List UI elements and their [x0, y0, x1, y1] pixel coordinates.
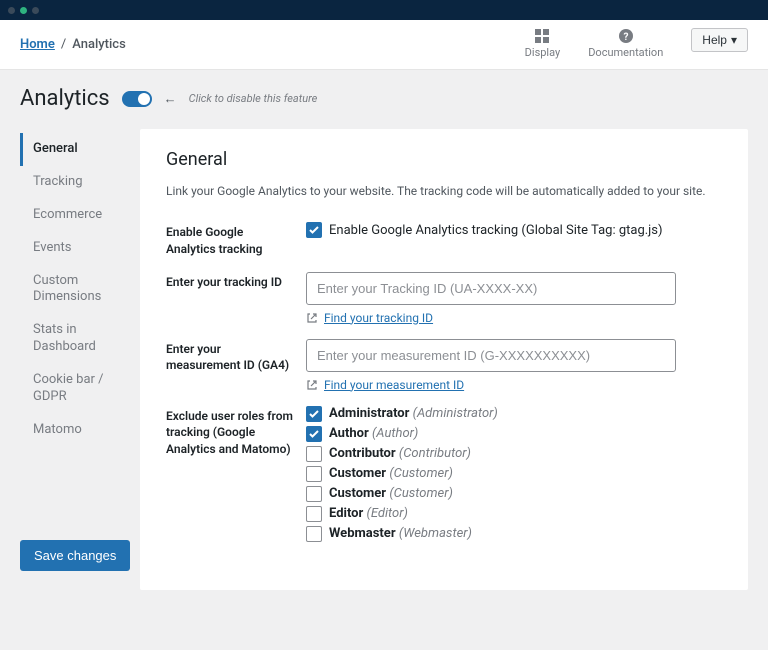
help-dropdown[interactable]: Help ▾ — [691, 28, 748, 52]
role-label: Webmaster (Webmaster) — [329, 526, 472, 541]
chevron-down-icon: ▾ — [731, 33, 737, 47]
role-label: Customer (Customer) — [329, 466, 453, 481]
role-checkbox-editor[interactable] — [306, 506, 322, 522]
role-label: Customer (Customer) — [329, 486, 453, 501]
sidebar-item-custom-dimensions[interactable]: Custom Dimensions — [20, 265, 120, 315]
help-circle-icon: ? — [618, 28, 634, 44]
find-measurement-id-link[interactable]: Find your measurement ID — [324, 378, 464, 392]
field-label-tracking-id: Enter your tracking ID — [166, 272, 296, 291]
sidebar-item-events[interactable]: Events — [20, 232, 120, 265]
breadcrumb: Home / Analytics — [20, 35, 126, 52]
role-label: Administrator (Administrator) — [329, 406, 498, 421]
sidebar-item-general[interactable]: General — [20, 133, 120, 166]
breadcrumb-current: Analytics — [72, 37, 126, 52]
role-checkbox-webmaster[interactable] — [306, 526, 322, 542]
find-tracking-id-link[interactable]: Find your tracking ID — [324, 311, 433, 325]
field-label-enable: Enable Google Analytics tracking — [166, 222, 296, 258]
sidebar-item-matomo[interactable]: Matomo — [20, 414, 120, 447]
feature-toggle[interactable] — [122, 91, 152, 107]
display-button[interactable]: Display — [525, 28, 561, 59]
display-icon — [534, 28, 550, 44]
breadcrumb-separator: / — [61, 37, 66, 52]
role-checkbox-customer[interactable] — [306, 486, 322, 502]
role-checkbox-author[interactable] — [306, 426, 322, 442]
role-label: Editor (Editor) — [329, 506, 408, 521]
sidebar-item-tracking[interactable]: Tracking — [20, 166, 120, 199]
external-link-icon — [306, 379, 318, 391]
field-label-exclude-roles: Exclude user roles from tracking (Google… — [166, 406, 296, 458]
field-label-measurement-id: Enter your measurement ID (GA4) — [166, 339, 296, 375]
measurement-id-input[interactable] — [306, 339, 676, 372]
documentation-button[interactable]: ? Documentation — [588, 28, 663, 59]
top-header: Home / Analytics Display ? Documentation… — [0, 20, 768, 70]
svg-text:?: ? — [623, 32, 628, 43]
role-label: Contributor (Contributor) — [329, 446, 471, 461]
page-title: Analytics — [20, 86, 110, 111]
sidebar-item-ecommerce[interactable]: Ecommerce — [20, 199, 120, 232]
settings-panel: General Link your Google Analytics to yo… — [140, 129, 748, 590]
panel-description: Link your Google Analytics to your websi… — [166, 184, 722, 198]
page-heading-row: Analytics ← Click to disable this featur… — [20, 86, 748, 111]
save-changes-button[interactable]: Save changes — [20, 540, 130, 571]
enable-tracking-checkbox[interactable] — [306, 222, 322, 238]
enable-tracking-label: Enable Google Analytics tracking (Global… — [329, 223, 663, 238]
window-titlebar — [0, 0, 768, 20]
role-checkbox-contributor[interactable] — [306, 446, 322, 462]
toggle-hint-text: Click to disable this feature — [189, 92, 318, 105]
breadcrumb-home-link[interactable]: Home — [20, 37, 55, 52]
tracking-id-input[interactable] — [306, 272, 676, 305]
sidebar-item-cookie-bar-gdpr[interactable]: Cookie bar / GDPR — [20, 364, 120, 414]
role-checkbox-administrator[interactable] — [306, 406, 322, 422]
sidebar-item-stats-in-dashboard[interactable]: Stats in Dashboard — [20, 314, 120, 364]
role-label: Author (Author) — [329, 426, 418, 441]
settings-sidebar: GeneralTrackingEcommerceEventsCustom Dim… — [20, 129, 120, 590]
role-checkbox-customer[interactable] — [306, 466, 322, 482]
external-link-icon — [306, 312, 318, 324]
panel-title: General — [166, 149, 722, 170]
arrow-left-icon: ← — [164, 91, 177, 107]
